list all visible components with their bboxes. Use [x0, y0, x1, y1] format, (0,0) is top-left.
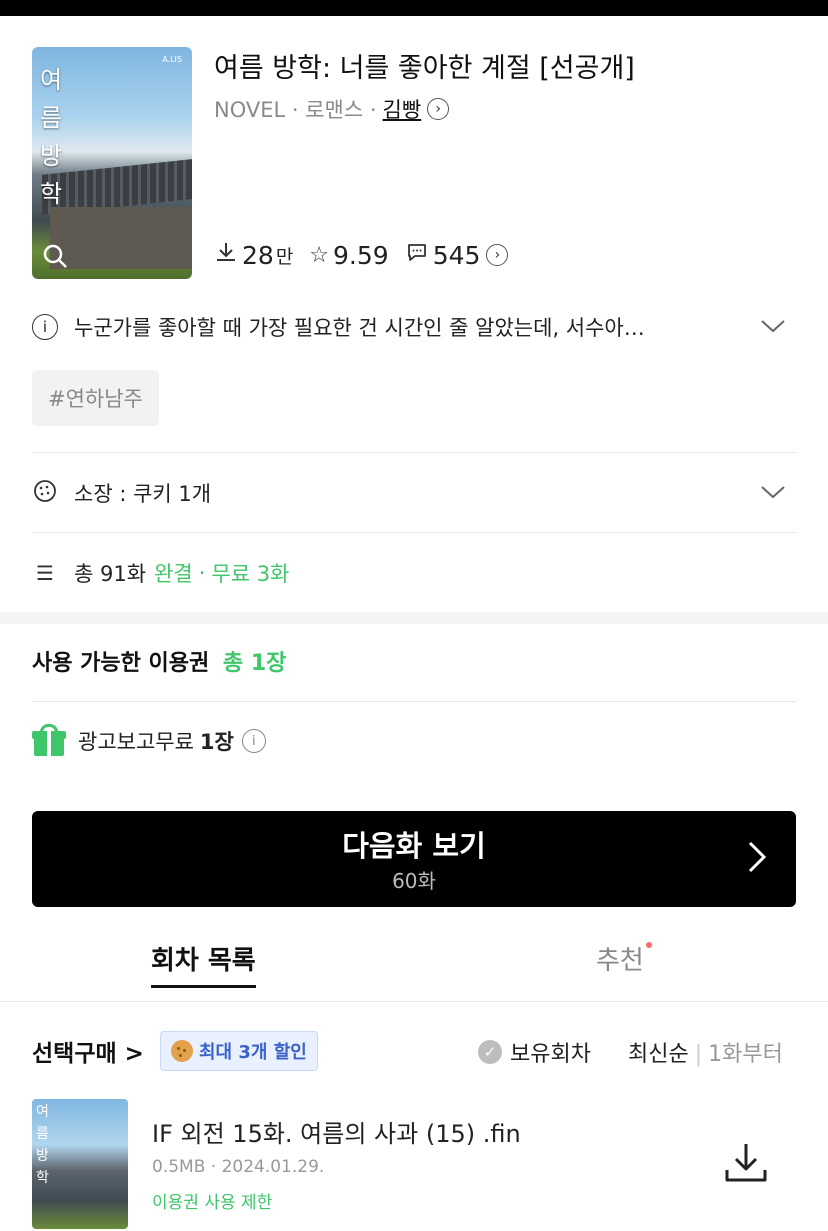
cookie-icon — [171, 1040, 193, 1062]
book-stats: 28 만 ☆ 9.59 545 › — [214, 240, 509, 270]
cover-brand: A.LIS — [162, 55, 182, 64]
tab-episode-list[interactable]: 회차 목록 — [151, 940, 256, 988]
discount-badge[interactable]: 최대 3개 할인 — [160, 1031, 318, 1071]
tickets-heading-label: 사용 가능한 이용권 — [32, 651, 210, 676]
episode-meta: 0.5MB · 2024.01.29. — [152, 1157, 325, 1177]
divider — [32, 452, 796, 453]
episodes-total: 총 91화 — [74, 562, 147, 586]
cover-title-text: 여름방학 — [40, 66, 63, 208]
download-unit: 만 — [275, 245, 294, 268]
download-icon[interactable] — [722, 1140, 770, 1184]
chevron-down-icon[interactable] — [760, 315, 786, 339]
completion-status: 완결 — [154, 562, 193, 586]
ad-ticket-row[interactable]: 광고보고무료 1장 i — [32, 724, 266, 758]
tickets-heading: 사용 가능한 이용권 총 1장 — [32, 645, 286, 677]
book-title: 여름 방학: 너를 좋아한 계절 [선공개] — [214, 53, 635, 84]
gift-icon — [32, 724, 66, 758]
rating-value: 9.59 — [333, 240, 389, 270]
info-icon[interactable]: i — [241, 729, 266, 753]
tab-recommend-label: 추천 — [596, 946, 644, 976]
star-icon: ☆ — [309, 242, 330, 268]
author-link[interactable]: 김빵 — [383, 94, 422, 124]
comment-icon[interactable] — [405, 240, 429, 270]
select-buy-button[interactable]: 선택구매 > — [32, 1034, 144, 1068]
next-episode-button[interactable]: 다음화 보기 60화 — [32, 811, 796, 907]
description-row[interactable]: i 누군가를 좋아할 때 가장 필요한 건 시간인 줄 알았는데, 서수아… — [32, 312, 796, 342]
zoom-icon[interactable] — [42, 243, 68, 275]
book-meta: NOVEL · 로맨스 · 김빵 › — [214, 94, 450, 124]
sort-latest[interactable]: 최신순 — [628, 1042, 689, 1067]
episode-thumbnail[interactable]: 여름방학 — [32, 1099, 128, 1229]
info-icon: i — [32, 314, 58, 340]
summary-separator: · — [198, 561, 206, 585]
episode-limit: 이용권 사용 제한 — [152, 1193, 273, 1213]
status-bar — [0, 0, 828, 16]
sort-controls: 최신순 | 1화부터 — [628, 1042, 783, 1067]
book-cover[interactable]: 여름방학 A.LIS — [32, 47, 192, 279]
chevron-down-icon[interactable] — [760, 481, 786, 505]
discount-label: 최대 3개 할인 — [199, 1042, 307, 1063]
ad-ticket-count: 1장 — [199, 730, 234, 754]
book-category: NOVEL · 로맨스 · — [214, 98, 377, 122]
cover-wall-art — [50, 207, 192, 269]
ownership-label: 소장 : 쿠키 1개 — [74, 482, 212, 506]
divider — [32, 532, 796, 533]
cookie-icon — [32, 479, 58, 508]
next-episode-number: 60화 — [392, 869, 436, 893]
tickets-total: 총 1장 — [222, 651, 287, 676]
next-episode-label: 다음화 보기 — [342, 829, 486, 863]
tab-recommend[interactable]: 추천 — [596, 940, 652, 977]
ad-ticket-label: 광고보고무료 — [78, 730, 194, 754]
new-dot — [645, 942, 652, 948]
owned-label: 보유회차 — [510, 1042, 591, 1067]
ownership-row[interactable]: 소장 : 쿠키 1개 — [32, 478, 796, 508]
sort-first[interactable]: 1화부터 — [708, 1042, 783, 1067]
section-separator — [0, 612, 828, 624]
chevron-right-icon[interactable]: › — [427, 98, 450, 120]
chevron-right-icon — [746, 839, 768, 883]
download-count: 28 — [242, 240, 274, 270]
episode-title[interactable]: IF 외전 15화. 여름의 사과 (15) .fin — [152, 1114, 521, 1149]
comments-chevron-icon[interactable]: › — [486, 244, 509, 266]
description-text: 누군가를 좋아할 때 가장 필요한 건 시간인 줄 알았는데, 서수아… — [74, 316, 645, 340]
divider — [32, 701, 796, 702]
list-icon: ☰ — [36, 561, 54, 585]
thumb-title-text: 여름방학 — [36, 1104, 49, 1186]
tab-divider — [0, 1001, 828, 1002]
owned-filter[interactable]: ✓ 보유회차 — [478, 1036, 591, 1068]
check-icon: ✓ — [478, 1040, 502, 1064]
tag-chip[interactable]: #연하남주 — [32, 370, 159, 426]
episodes-summary-row: ☰ 총 91화 완결 · 무료 3화 — [32, 558, 796, 588]
comment-count[interactable]: 545 — [433, 241, 481, 270]
download-count-icon — [214, 240, 238, 270]
free-episodes: 무료 3화 — [211, 562, 290, 586]
